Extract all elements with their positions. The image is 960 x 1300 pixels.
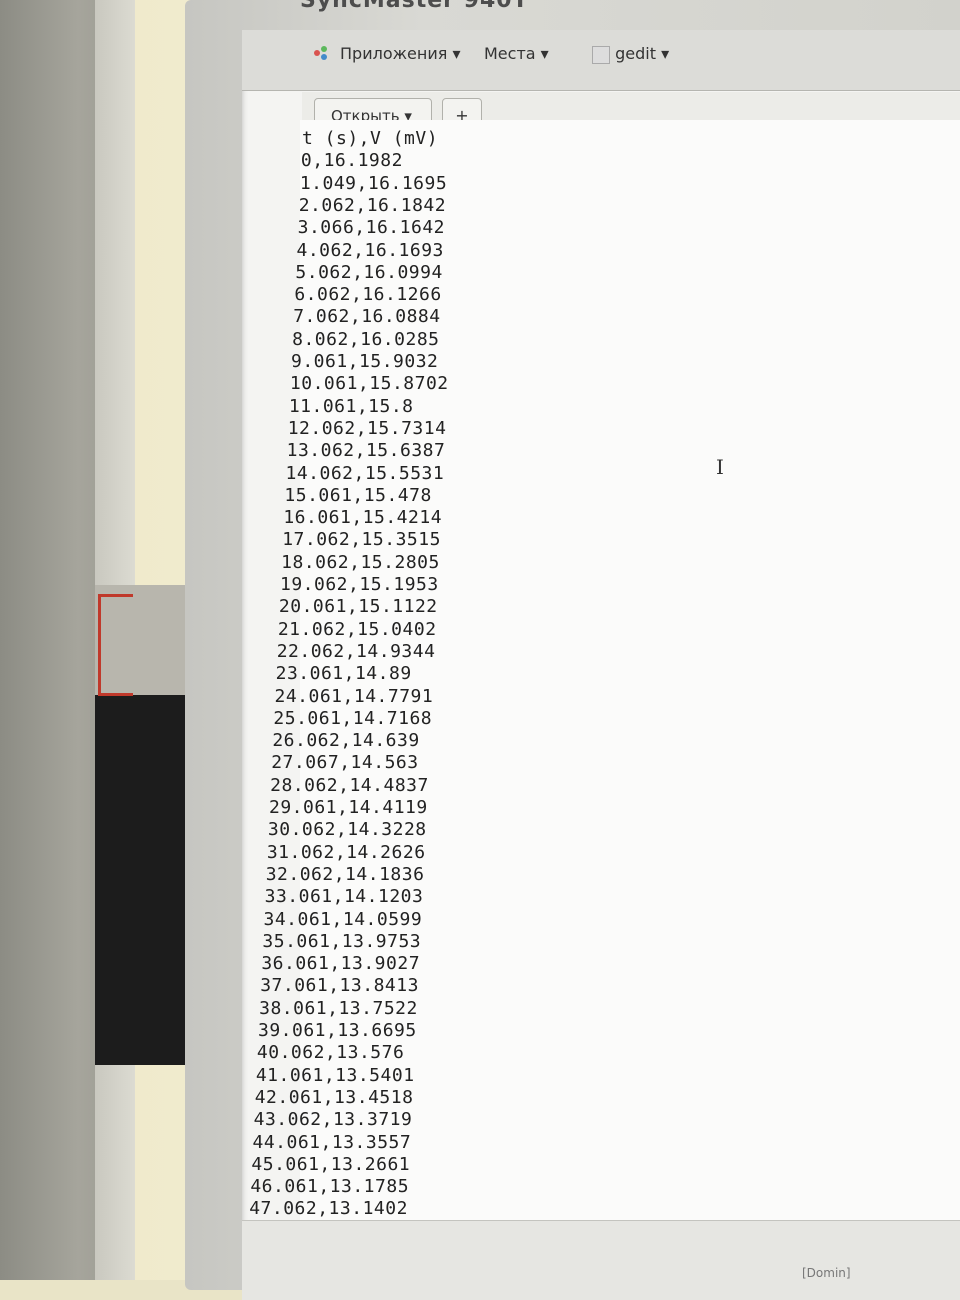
- editor-line: 6.062,16.1266: [294, 284, 442, 306]
- chevron-down-icon: ▾: [661, 44, 670, 63]
- editor-line: 28.062,14.4837: [270, 774, 429, 796]
- editor-line: 29.061,14.4119: [269, 797, 428, 818]
- editor-line: 19.062,15.1953: [280, 574, 439, 595]
- apps-icon: [314, 46, 327, 60]
- chevron-down-icon: ▾: [452, 44, 461, 63]
- editor-line: 43.062,13.3719: [253, 1109, 413, 1131]
- status-bar: [Domin]: [242, 1220, 960, 1300]
- editor-line: 27.067,14.563: [271, 752, 419, 774]
- top-panel: Приложения ▾ Места ▾ gedit ▾: [242, 30, 960, 91]
- editor-line: 47.062,13.1402: [249, 1198, 408, 1220]
- editor-line: 23.061,14.89: [275, 663, 412, 685]
- editor-line: 44.061,13.3557: [252, 1131, 412, 1153]
- monitor-brand: SyncMaster 940T: [300, 0, 529, 13]
- editor-line: 9.061,15.9032: [291, 351, 439, 372]
- menu-applications[interactable]: Приложения ▾: [340, 44, 460, 63]
- text-editor-area[interactable]: I t (s),V (mV) 0,16.1982 1.049,16.1695 2.06…: [249, 120, 960, 1220]
- editor-line: 24.061,14.7791: [274, 685, 434, 707]
- editor-line: 46.061,13.1785: [250, 1176, 410, 1198]
- editor-line: 41.061,13.5401: [255, 1064, 415, 1086]
- editor-line: 31.062,14.2626: [266, 841, 426, 863]
- editor-line: 33.061,14.1203: [264, 886, 424, 908]
- menu-places-label: Места: [484, 44, 536, 63]
- menu-applications-label: Приложения: [340, 44, 448, 63]
- editor-line: 34.061,14.0599: [263, 908, 423, 930]
- editor-line: 35.061,13.9753: [262, 930, 422, 952]
- editor-line: 8.062,16.0285: [292, 328, 440, 350]
- chevron-down-icon: ▾: [540, 44, 549, 63]
- editor-line: 7.062,16.0884: [293, 306, 441, 328]
- editor-line: 45.061,13.2661: [251, 1153, 411, 1175]
- menu-gedit-label: gedit: [615, 44, 656, 63]
- editor-line: 1.049,16.1695: [299, 172, 448, 194]
- editor-line: 14.062,15.5531: [285, 462, 445, 484]
- editor-line: 12.062,15.7314: [287, 417, 447, 439]
- editor-line: 39.061,13.6695: [258, 1020, 417, 1041]
- editor-line: 13.062,15.6387: [286, 440, 446, 462]
- screen: Приложения ▾ Места ▾ gedit ▾ Открыть ▾ +…: [242, 30, 960, 1300]
- editor-line: 37.061,13.8413: [260, 975, 419, 997]
- editor-line: 30.062,14.3228: [267, 819, 427, 841]
- gedit-app-icon: [592, 45, 610, 64]
- menu-places[interactable]: Места ▾: [484, 44, 549, 63]
- editor-line: 32.062,14.1836: [265, 863, 425, 885]
- editor-line: 10.061,15.8702: [289, 373, 449, 395]
- red-frame: [98, 594, 133, 696]
- editor-line: 16.061,15.4214: [283, 507, 443, 529]
- editor-line: 15.061,15.478: [284, 484, 432, 506]
- editor-line: 42.061,13.4518: [254, 1086, 414, 1108]
- editor-line: 25.061,14.7168: [273, 707, 433, 729]
- text-cursor-icon: I: [716, 455, 724, 479]
- editor-line: 21.062,15.0402: [277, 618, 437, 640]
- editor-line: 20.061,15.1122: [278, 596, 438, 618]
- editor-line: 40.062,13.576: [256, 1042, 405, 1064]
- editor-line: 36.061,13.9027: [261, 953, 421, 975]
- editor-line: 3.066,16.1642: [297, 217, 445, 239]
- editor-line: 0,16.1982: [300, 150, 403, 172]
- editor-line: 38.061,13.7522: [259, 997, 418, 1019]
- editor-line: 18.062,15.2805: [281, 551, 440, 573]
- editor-line: 22.062,14.9344: [276, 640, 436, 662]
- editor-line: 2.062,16.1842: [298, 194, 447, 216]
- menu-gedit[interactable]: gedit ▾: [592, 44, 669, 64]
- editor-line: 11.061,15.8: [288, 395, 414, 417]
- status-item-right: [Domin]: [802, 1266, 851, 1280]
- editor-line: 5.062,16.0994: [295, 261, 443, 283]
- editor-line: 17.062,15.3515: [282, 529, 441, 551]
- editor-header-line: t (s),V (mV): [302, 128, 439, 149]
- editor-line: 4.062,16.1693: [296, 239, 444, 261]
- editor-line: 26.062,14.639: [272, 730, 420, 752]
